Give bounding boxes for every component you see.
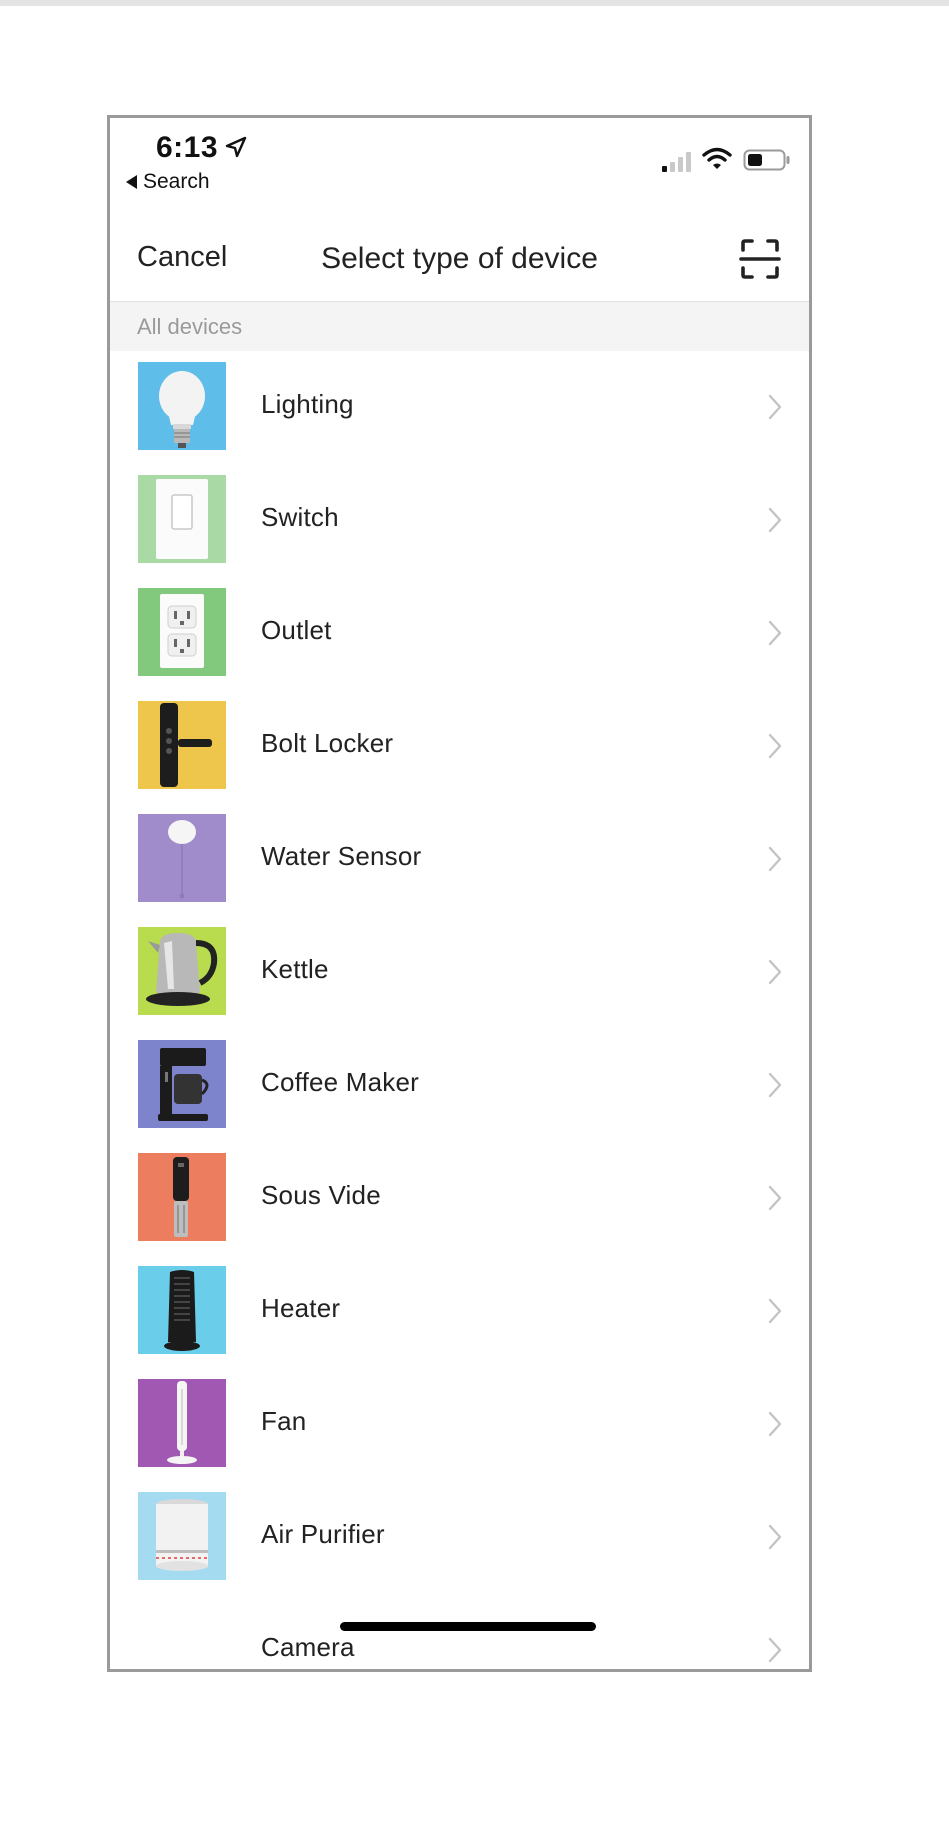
device-label: Camera — [261, 1632, 355, 1662]
cellular-signal-icon — [662, 152, 691, 172]
heater-icon — [138, 1266, 226, 1354]
kettle-icon — [138, 927, 226, 1015]
device-row-sous-vide[interactable]: Sous Vide — [110, 1142, 809, 1255]
scan-qr-icon[interactable] — [737, 236, 783, 282]
door-lock-icon — [138, 701, 226, 789]
device-row-air-purifier[interactable]: Air Purifier — [110, 1481, 809, 1594]
nav-bar: Cancel Select type of device — [110, 218, 809, 302]
chevron-right-icon — [768, 846, 782, 872]
chevron-right-icon — [768, 507, 782, 533]
device-label: Lighting — [261, 389, 354, 419]
device-row-heater[interactable]: Heater — [110, 1255, 809, 1368]
chevron-right-icon — [768, 1298, 782, 1324]
device-label: Fan — [261, 1406, 307, 1436]
back-to-search-link[interactable]: Search — [126, 170, 210, 194]
device-label: Coffee Maker — [261, 1067, 419, 1097]
water-sensor-icon — [138, 814, 226, 902]
section-header-all-devices: All devices — [110, 302, 809, 351]
home-indicator[interactable] — [340, 1622, 596, 1631]
device-row-bolt-locker[interactable]: Bolt Locker — [110, 690, 809, 803]
cancel-button[interactable]: Cancel — [137, 241, 227, 274]
device-label: Bolt Locker — [261, 728, 394, 758]
device-row-kettle[interactable]: Kettle — [110, 916, 809, 1029]
chevron-right-icon — [768, 620, 782, 646]
tower-fan-icon — [138, 1379, 226, 1467]
battery-icon — [743, 149, 790, 171]
device-label: Kettle — [261, 954, 329, 984]
chevron-right-icon — [768, 1411, 782, 1437]
lightbulb-icon — [138, 362, 226, 450]
device-row-lighting[interactable]: Lighting — [110, 351, 809, 464]
outlet-icon — [138, 588, 226, 676]
chevron-right-icon — [768, 1524, 782, 1550]
chevron-right-icon — [768, 1185, 782, 1211]
device-label: Air Purifier — [261, 1519, 385, 1549]
sous-vide-icon — [138, 1153, 226, 1241]
top-strip — [0, 0, 949, 6]
chevron-right-icon — [768, 1637, 782, 1663]
device-row-coffee-maker[interactable]: Coffee Maker — [110, 1029, 809, 1142]
chevron-right-icon — [768, 733, 782, 759]
device-row-switch[interactable]: Switch — [110, 464, 809, 577]
device-label: Heater — [261, 1293, 341, 1323]
chevron-right-icon — [768, 959, 782, 985]
device-type-list: Lighting Switch Outlet Bolt Locker Water… — [110, 351, 809, 1669]
wifi-icon — [702, 147, 732, 169]
chevron-right-icon — [768, 1072, 782, 1098]
air-purifier-icon — [138, 1492, 226, 1580]
location-arrow-icon — [225, 136, 247, 158]
device-label: Switch — [261, 502, 339, 532]
phone-screen: 6:13 Search Cancel Select type of device — [107, 115, 812, 1672]
device-label: Water Sensor — [261, 841, 422, 871]
device-row-fan[interactable]: Fan — [110, 1368, 809, 1481]
chevron-right-icon — [768, 394, 782, 420]
light-switch-icon — [138, 475, 226, 563]
device-label: Outlet — [261, 615, 332, 645]
back-triangle-icon — [126, 175, 137, 189]
device-row-outlet[interactable]: Outlet — [110, 577, 809, 690]
device-label: Sous Vide — [261, 1180, 381, 1210]
status-time: 6:13 — [156, 131, 219, 164]
back-search-label: Search — [143, 170, 210, 193]
device-row-water-sensor[interactable]: Water Sensor — [110, 803, 809, 916]
camera-icon — [138, 1605, 226, 1669]
coffee-maker-icon — [138, 1040, 226, 1128]
status-bar: 6:13 Search — [110, 118, 809, 200]
device-row-camera[interactable]: Camera — [110, 1594, 809, 1669]
